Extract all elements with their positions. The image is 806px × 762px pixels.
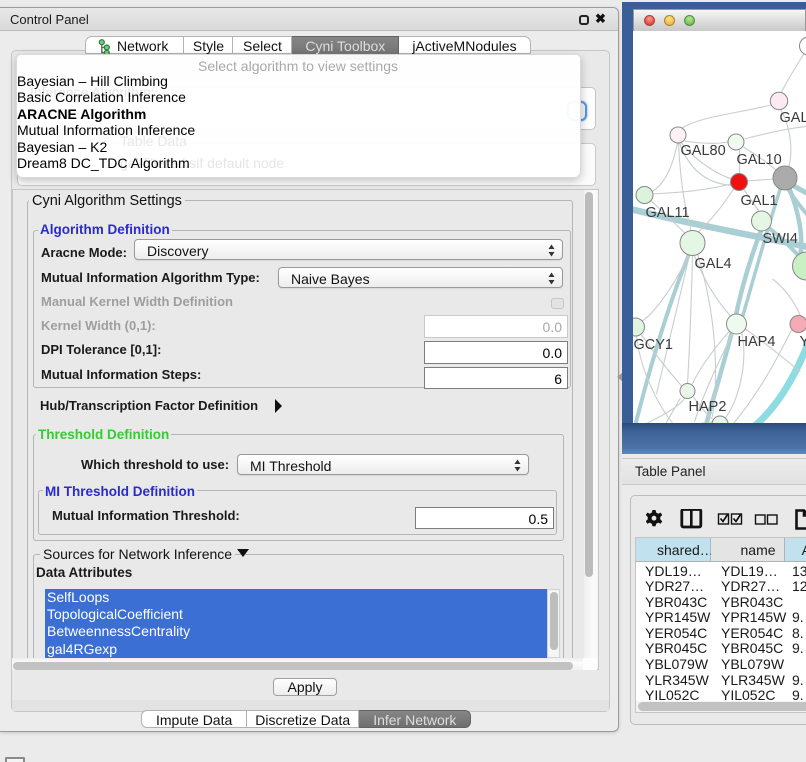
svg-text:GCY1: GCY1	[633, 337, 673, 353]
svg-text:GAL10: GAL10	[736, 152, 781, 168]
svg-text:GAL: GAL	[779, 110, 806, 126]
svg-text:Y: Y	[799, 334, 806, 350]
svg-text:GAL11: GAL11	[645, 205, 689, 221]
svg-text:HAP4: HAP4	[737, 334, 775, 350]
svg-text:SWI4: SWI4	[762, 231, 797, 247]
svg-text:GAL1: GAL1	[740, 193, 777, 209]
svg-text:GAL4: GAL4	[694, 256, 731, 272]
svg-text:HAP2: HAP2	[688, 399, 726, 415]
svg-text:GAL80: GAL80	[680, 143, 725, 159]
